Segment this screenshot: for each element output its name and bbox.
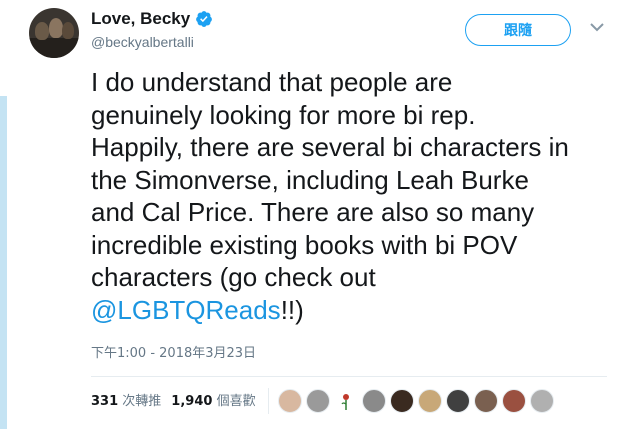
liker-avatar[interactable] [502, 389, 526, 413]
divider [91, 376, 607, 377]
liker-avatar[interactable] [362, 389, 386, 413]
user-handle[interactable]: @beckyalbertalli [91, 33, 194, 51]
retweets-label: 次轉推 [122, 394, 162, 409]
liker-avatar-rose[interactable] [334, 389, 358, 413]
likes-label: 個喜歡 [216, 394, 256, 409]
tweet-body: I do understand that people are genuinel… [91, 67, 569, 292]
tweet-timestamp[interactable]: 下午1:00 - 2018年3月23日 [91, 346, 256, 362]
retweets-count: 331 [91, 394, 119, 409]
tweet-text: I do understand that people are genuinel… [91, 66, 611, 326]
rose-icon [341, 394, 349, 410]
avatar[interactable] [29, 8, 79, 58]
verified-badge-icon [196, 11, 213, 27]
stats-divider [268, 388, 269, 414]
retweets-stat[interactable]: 331 次轉推 [91, 393, 161, 411]
liker-avatar[interactable] [390, 389, 414, 413]
liker-avatar[interactable] [278, 389, 302, 413]
reply-thread-line [0, 96, 7, 429]
tweet-stats: 331 次轉推 1,940 個喜歡 [91, 393, 256, 411]
liker-avatars [278, 389, 554, 413]
display-name[interactable]: Love, Becky [91, 9, 213, 29]
likes-stat[interactable]: 1,940 個喜歡 [171, 393, 255, 411]
liker-avatar[interactable] [474, 389, 498, 413]
liker-avatar[interactable] [306, 389, 330, 413]
likes-count: 1,940 [171, 394, 213, 409]
follow-button[interactable]: 跟隨 [465, 14, 571, 46]
mention-link[interactable]: @LGBTQReads [91, 295, 281, 325]
liker-avatar[interactable] [446, 389, 470, 413]
liker-avatar[interactable] [530, 389, 554, 413]
tweet-tail: !!) [280, 294, 304, 325]
display-name-text: Love, Becky [91, 9, 191, 28]
chevron-down-icon[interactable] [590, 22, 604, 32]
liker-avatar[interactable] [418, 389, 442, 413]
